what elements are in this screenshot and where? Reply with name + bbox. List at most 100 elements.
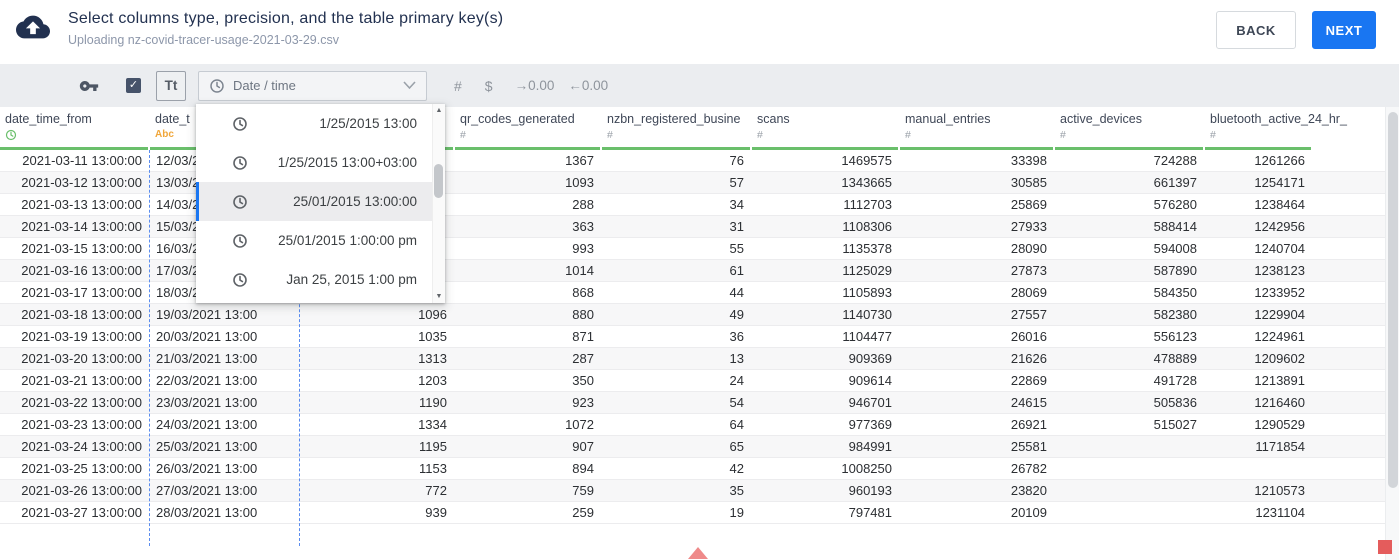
remove-decimal-button[interactable]: ←0.00 — [568, 78, 608, 93]
table-cell: 1209602 — [1254, 351, 1305, 366]
column-header-scans[interactable]: scans # — [752, 107, 900, 150]
column-name: active_devices — [1060, 112, 1142, 126]
table-cell: 724288 — [1153, 153, 1197, 168]
dropdown-scrollbar[interactable]: ▲ ▼ — [432, 104, 445, 303]
include-column-checkbox[interactable]: ✓ — [126, 78, 141, 93]
option-label: 1/25/2015 13:00+03:00 — [277, 155, 417, 170]
table-cell: 1171854 — [1255, 439, 1305, 454]
table-cell: 1153 — [419, 461, 447, 476]
table-cell: 1035 — [418, 329, 447, 344]
primary-key-icon[interactable] — [79, 76, 99, 96]
table-cell: 65 — [729, 439, 744, 454]
table-cell: 2021-03-13 13:00:00 — [21, 197, 142, 212]
table-cell: 34 — [729, 197, 744, 212]
table-cell: 2021-03-17 13:00:00 — [21, 285, 142, 300]
clock-icon — [232, 194, 248, 210]
table-cell: 584350 — [1153, 285, 1197, 300]
table-cell — [1055, 502, 1205, 523]
column-header-nzbn_registered_busine[interactable]: nzbn_registered_busine # — [602, 107, 752, 150]
column-header-bluetooth_active_24_hr_[interactable]: bluetooth_active_24_hr_ # — [1205, 107, 1347, 150]
back-button[interactable]: BACK — [1216, 11, 1296, 49]
table-cell: 588414 — [1153, 219, 1197, 234]
table-cell: 57 — [729, 175, 744, 190]
table-cell: 772 — [425, 483, 447, 498]
table-cell: 1108306 — [842, 219, 892, 234]
date-format-option[interactable]: Jan 25, 2015 1:00 pm — [196, 260, 445, 299]
number-type-button[interactable]: # — [454, 78, 462, 94]
dropdown-scrollbar-thumb[interactable] — [434, 164, 443, 198]
column-header-active_devices[interactable]: active_devices # — [1055, 107, 1205, 150]
table-cell: 2021-03-24 13:00:00 — [21, 439, 142, 454]
table-cell: 907 — [572, 439, 594, 454]
text-type-button[interactable]: Tt — [156, 70, 186, 101]
table-cell: 23/03/2021 13:00 — [156, 395, 258, 410]
table-cell: 21626 — [1010, 351, 1047, 366]
table-cell: 287 — [572, 351, 594, 366]
table-cell: 2021-03-20 13:00:00 — [21, 351, 142, 366]
table-row: 2021-03-21 13:00:00 22/03/2021 13:00 1203 3… — [0, 370, 1385, 392]
date-format-option[interactable]: 25/01/2015 13:00:00 — [196, 182, 445, 221]
selected-column-left-guide — [149, 150, 150, 546]
vertical-scrollbar[interactable] — [1385, 107, 1399, 560]
option-label: 25/01/2015 13:00:00 — [293, 194, 417, 209]
table-cell: 27557 — [1010, 307, 1047, 322]
add-decimal-button[interactable]: →0.00 — [515, 78, 555, 93]
number-type-indicator: # — [460, 128, 466, 141]
number-type-indicator: # — [607, 128, 613, 141]
table-cell: 2021-03-25 13:00:00 — [21, 461, 142, 476]
table-cell: 1261266 — [1254, 153, 1305, 168]
table-cell: 1203 — [418, 373, 447, 388]
table-cell: 759 — [572, 483, 594, 498]
number-type-indicator: # — [757, 128, 763, 141]
scroll-up-icon[interactable]: ▲ — [436, 107, 443, 114]
table-cell: 28/03/2021 13:00 — [156, 505, 258, 520]
column-type-select[interactable]: Date / time — [198, 70, 427, 101]
column-header-manual_entries[interactable]: manual_entries # — [900, 107, 1055, 150]
table-cell: 26921 — [1010, 417, 1047, 432]
table-cell: 1334 — [418, 417, 447, 432]
wizard-header: Select columns type, precision, and the … — [0, 0, 1399, 64]
table-cell: 61 — [729, 263, 744, 278]
table-cell: 1195 — [419, 439, 447, 454]
table-cell: 491728 — [1153, 373, 1197, 388]
table-cell: 871 — [572, 329, 594, 344]
number-type-indicator: # — [905, 128, 911, 141]
table-cell: 797481 — [848, 505, 892, 520]
table-cell: 1014 — [565, 263, 594, 278]
table-cell: 2021-03-16 13:00:00 — [21, 263, 142, 278]
table-cell: 1229904 — [1254, 307, 1305, 322]
table-cell: 1240704 — [1254, 241, 1305, 256]
table-cell: 27873 — [1010, 263, 1047, 278]
table-cell: 1112703 — [843, 197, 892, 212]
date-format-option[interactable]: 25/01/2015 1:00:00 pm — [196, 221, 445, 260]
date-format-option[interactable]: 1/25/2015 13:00+03:00 — [196, 143, 445, 182]
table-cell: 23820 — [1010, 483, 1047, 498]
scroll-down-icon[interactable]: ▼ — [436, 293, 443, 300]
column-header-date_time_from[interactable]: date_time_from — [0, 107, 150, 150]
datetime-type-icon — [5, 127, 145, 142]
column-header-qr_codes_generated[interactable]: qr_codes_generated # — [455, 107, 602, 150]
table-cell: 1210573 — [1254, 483, 1305, 498]
table-cell: 909369 — [848, 351, 892, 366]
table-cell: 1313 — [418, 351, 447, 366]
table-cell — [1055, 436, 1205, 457]
table-cell: 26782 — [1010, 461, 1047, 476]
currency-type-button[interactable]: $ — [485, 78, 493, 94]
table-cell: 661397 — [1153, 175, 1197, 190]
table-cell: 1105893 — [842, 285, 892, 300]
date-format-option[interactable]: 1/25/2015 13:00 — [196, 104, 445, 143]
table-cell: 2021-03-22 13:00:00 — [21, 395, 142, 410]
table-cell: 76 — [729, 153, 744, 168]
table-cell: 13 — [729, 351, 744, 366]
table-cell — [1205, 458, 1313, 479]
vertical-scrollbar-thumb[interactable] — [1388, 112, 1398, 488]
table-cell — [1055, 458, 1205, 479]
next-button[interactable]: NEXT — [1312, 11, 1376, 49]
table-cell: 25869 — [1010, 197, 1047, 212]
table-cell: 1290529 — [1254, 417, 1305, 432]
table-cell: 946701 — [848, 395, 892, 410]
table-row: 2021-03-20 13:00:00 21/03/2021 13:00 1313 2… — [0, 348, 1385, 370]
table-cell: 984991 — [848, 439, 892, 454]
table-cell: 594008 — [1153, 241, 1197, 256]
table-cell: 49 — [729, 307, 744, 322]
